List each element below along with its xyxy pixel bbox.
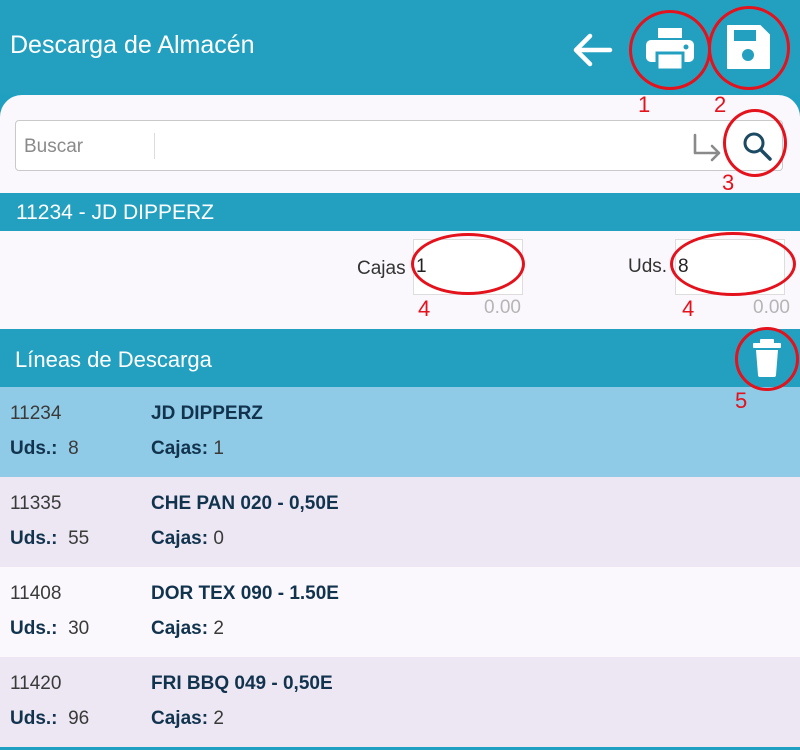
- trash-icon: [753, 339, 781, 377]
- quantity-panel: Cajas 0.00 Uds. 0.00: [0, 231, 800, 329]
- item-cajas: 2: [213, 708, 224, 729]
- save-button[interactable]: [724, 22, 772, 72]
- cajas-caption: Cajas:: [151, 438, 209, 459]
- search-input[interactable]: [166, 127, 686, 165]
- search-divider: [154, 133, 155, 159]
- cajas-caption: Cajas:: [151, 708, 209, 729]
- list-item[interactable]: 11420 FRI BBQ 049 - 0,50E Uds.: 96 Cajas…: [0, 657, 800, 747]
- annotation-label-3: 3: [722, 170, 735, 195]
- item-description: FRI BBQ 049 - 0,50E: [151, 673, 333, 694]
- list-item[interactable]: 11234 JD DIPPERZ Uds.: 8 Cajas: 1: [0, 387, 800, 477]
- search-icon: [743, 132, 772, 161]
- lines-title: Líneas de Descarga: [15, 347, 212, 372]
- page-title: Descarga de Almacén: [10, 31, 255, 59]
- item-uds: 96: [68, 708, 90, 729]
- cajas-caption: Cajas:: [151, 528, 209, 549]
- item-uds: 8: [68, 438, 79, 459]
- printer-icon: [646, 28, 694, 72]
- item-description: DOR TEX 090 - 1.50E: [151, 583, 339, 604]
- delete-button[interactable]: [748, 337, 786, 379]
- item-cajas: 1: [213, 438, 224, 459]
- cajas-caption: Cajas:: [151, 618, 209, 639]
- list-item[interactable]: 11408 DOR TEX 090 - 1.50E Uds.: 30 Cajas…: [0, 567, 800, 657]
- item-code: 11408: [10, 583, 62, 604]
- uds-input[interactable]: [675, 239, 785, 295]
- search-button[interactable]: [738, 127, 776, 165]
- list-item[interactable]: 11335 CHE PAN 020 - 0,50E Uds.: 55 Cajas…: [0, 477, 800, 567]
- lines-list: 11234 JD DIPPERZ Uds.: 8 Cajas: 1 11335 …: [0, 387, 800, 747]
- enter-arrow-icon: [691, 133, 725, 168]
- cajas-total: 0.00: [484, 297, 521, 318]
- uds-total: 0.00: [753, 297, 790, 318]
- uds-caption: Uds.:: [10, 438, 58, 459]
- annotation-label-5: 5: [735, 388, 748, 413]
- item-uds: 55: [68, 528, 90, 549]
- item-description: CHE PAN 020 - 0,50E: [151, 493, 339, 514]
- search-panel: Buscar: [0, 95, 800, 193]
- item-code: 11335: [10, 493, 62, 514]
- back-arrow-icon[interactable]: [570, 30, 614, 70]
- item-cajas: 2: [213, 618, 224, 639]
- product-header: 11234 - JD DIPPERZ: [0, 193, 800, 231]
- annotation-label-1: 1: [638, 92, 651, 117]
- save-disk-icon: [727, 25, 770, 69]
- annotation-label-2: 2: [714, 92, 727, 117]
- app-header: Descarga de Almacén: [0, 0, 800, 95]
- item-uds: 30: [68, 618, 90, 639]
- uds-caption: Uds.:: [10, 708, 58, 729]
- uds-caption: Uds.:: [10, 528, 58, 549]
- item-code: 11420: [10, 673, 62, 694]
- item-description: JD DIPPERZ: [151, 403, 263, 424]
- search-field[interactable]: Buscar: [15, 120, 783, 171]
- annotation-label-4b: 4: [682, 296, 695, 321]
- item-code: 11234: [10, 403, 62, 424]
- cajas-label: Cajas: [357, 258, 406, 279]
- uds-caption: Uds.:: [10, 618, 58, 639]
- item-cajas: 0: [213, 528, 224, 549]
- annotation-label-4: 4: [418, 296, 431, 321]
- search-label: Buscar: [24, 136, 84, 157]
- print-button[interactable]: [643, 22, 697, 76]
- cajas-input[interactable]: [413, 239, 523, 295]
- uds-label: Uds.: [628, 256, 668, 277]
- lines-header: Líneas de Descarga: [0, 329, 800, 387]
- product-title: 11234 - JD DIPPERZ: [16, 201, 215, 224]
